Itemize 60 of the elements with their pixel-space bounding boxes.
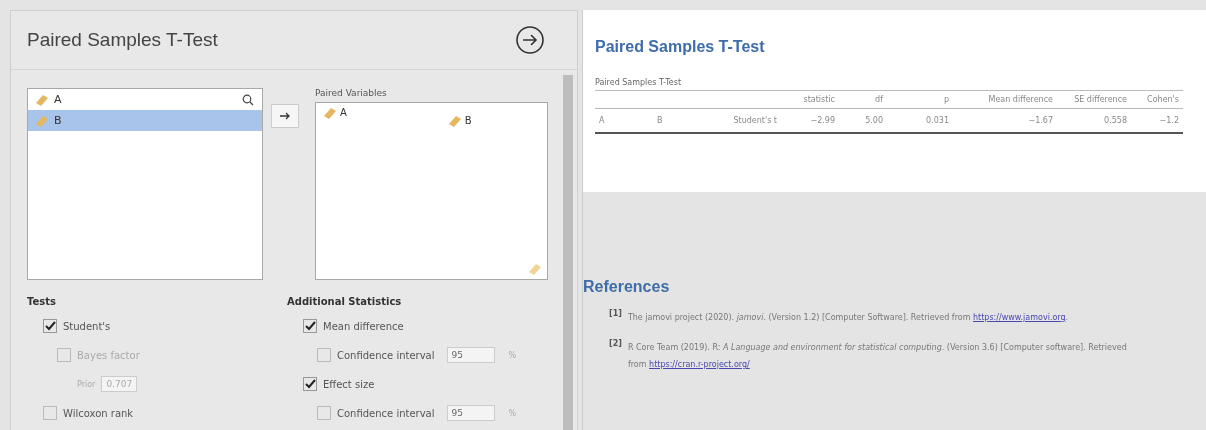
results-title: Paired Samples T-Test bbox=[595, 38, 766, 56]
option-label: Prior bbox=[77, 379, 96, 389]
input-field[interactable]: 95 bbox=[446, 347, 495, 363]
checkbox[interactable] bbox=[303, 319, 317, 333]
option-label: Bayes factor bbox=[77, 349, 140, 361]
reference-link[interactable]: https://cran.r-project.org/ bbox=[649, 360, 750, 369]
column-header: df bbox=[875, 95, 883, 104]
ruler-icon bbox=[322, 107, 338, 119]
checkbox[interactable] bbox=[303, 377, 317, 391]
arrow-right-circle-icon[interactable] bbox=[515, 25, 545, 55]
reference-text: R Core Team (2019). R: A Language and environment for statistical computing. (Version 3.6) [Computer software]. Retrieved from https://cran.r-project.org/ bbox=[627, 342, 1128, 371]
reference-text: The jamovi project (2020). jamovi. (Version 1.2) [Computer Software]. Retrieved from https://www.jamovi.org. bbox=[627, 312, 1069, 324]
unit-label: % bbox=[508, 350, 517, 360]
option-label: Effect size bbox=[323, 378, 375, 390]
column-header: SE difference bbox=[1074, 95, 1127, 104]
checkbox[interactable] bbox=[43, 319, 57, 333]
table-cell: Student's t bbox=[733, 116, 777, 125]
table-cell: 5.00 bbox=[865, 116, 883, 125]
ruler-icon bbox=[34, 93, 50, 106]
arrow-right-icon bbox=[280, 112, 290, 120]
section-header: Additional Statistics bbox=[287, 296, 403, 307]
table-cell: −2.99 bbox=[810, 116, 835, 125]
table-cell: 0.031 bbox=[926, 116, 949, 125]
checkbox[interactable] bbox=[317, 406, 331, 420]
column-header: p bbox=[943, 95, 949, 104]
table-cell: A bbox=[599, 116, 605, 125]
option-label: Mean difference bbox=[323, 320, 404, 332]
search-icon[interactable] bbox=[242, 94, 254, 106]
checkbox[interactable] bbox=[43, 406, 57, 420]
ruler-icon bbox=[527, 263, 543, 275]
table-cell: −1.2 bbox=[1159, 116, 1179, 125]
reference-number: [1] bbox=[609, 309, 622, 320]
ruler-icon bbox=[446, 115, 463, 127]
reference-link[interactable]: https://www.jamovi.org bbox=[973, 313, 1066, 322]
column-header: statistic bbox=[803, 95, 835, 104]
pair-variable[interactable]: B bbox=[464, 115, 472, 126]
move-arrow-button[interactable] bbox=[271, 104, 299, 128]
table-cell: 0.558 bbox=[1104, 116, 1127, 125]
option-label: Wilcoxon rank bbox=[63, 407, 134, 419]
option-label: Confidence interval bbox=[337, 407, 435, 419]
table-cell: B bbox=[657, 116, 663, 125]
pair-variable[interactable]: A bbox=[340, 107, 347, 118]
panel-title: Paired Samples T-Test bbox=[27, 29, 218, 51]
section-header: Tests bbox=[27, 296, 57, 307]
table-title: Paired Samples T-Test bbox=[595, 78, 682, 87]
option-label: Confidence interval bbox=[337, 349, 435, 361]
reference-number: [2] bbox=[609, 339, 622, 350]
column-header: Mean difference bbox=[988, 95, 1053, 104]
variable-item[interactable]: B bbox=[28, 110, 262, 131]
table-cell: −1.67 bbox=[1028, 116, 1053, 125]
option-label: Student's bbox=[63, 320, 111, 332]
input-field[interactable]: 95 bbox=[446, 405, 495, 421]
checkbox[interactable] bbox=[317, 348, 331, 362]
references-title: References bbox=[583, 278, 671, 296]
scrollbar[interactable] bbox=[563, 75, 573, 430]
unit-label: % bbox=[508, 408, 517, 418]
column-header: Cohen's bbox=[1147, 95, 1179, 104]
paired-variables-label: Paired Variables bbox=[315, 88, 388, 100]
variable-item[interactable]: A bbox=[28, 89, 262, 110]
ruler-icon bbox=[34, 114, 50, 127]
